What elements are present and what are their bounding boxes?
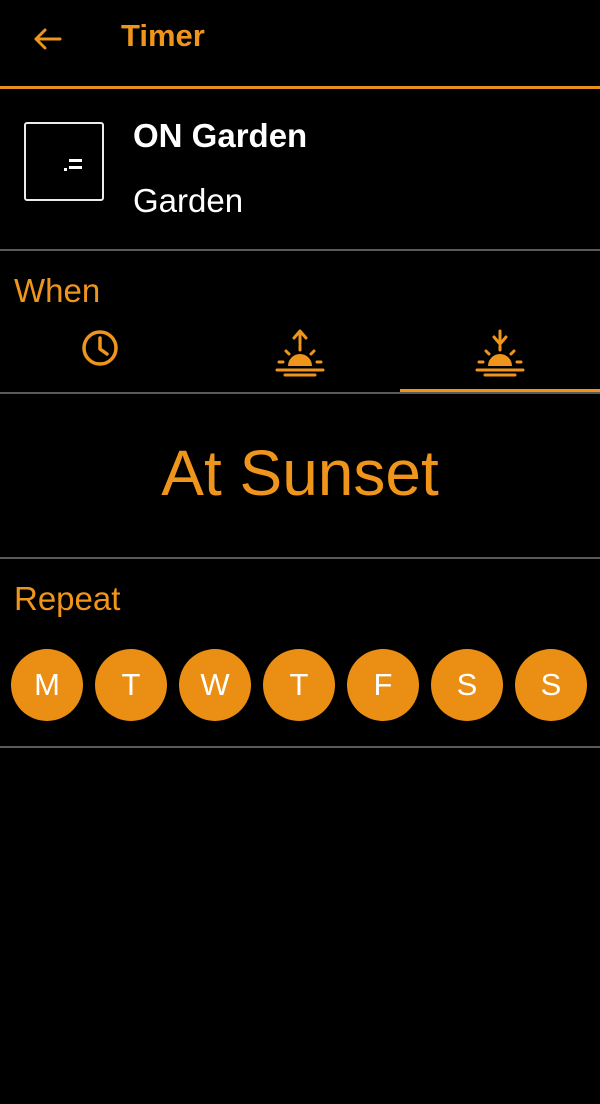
page-title: Timer xyxy=(121,18,205,53)
clock-icon xyxy=(82,330,118,366)
device-summary: ON Garden Garden xyxy=(0,89,600,251)
tab-sunset[interactable] xyxy=(400,318,600,392)
sunrise-icon xyxy=(275,329,325,377)
day-toggle-monday[interactable]: M xyxy=(11,649,83,721)
device-outlet-icon xyxy=(24,122,104,201)
sunset-icon xyxy=(475,329,525,377)
back-button[interactable] xyxy=(28,22,66,56)
tab-sunrise[interactable] xyxy=(200,318,400,390)
day-toggle-tuesday[interactable]: T xyxy=(95,649,167,721)
day-toggle-thursday[interactable]: T xyxy=(263,649,335,721)
when-value: At Sunset xyxy=(161,437,439,509)
arrow-left-icon xyxy=(34,28,62,50)
day-toggle-saturday[interactable]: S xyxy=(431,649,503,721)
when-label: When xyxy=(14,272,101,309)
divider xyxy=(0,746,600,748)
device-name: ON Garden xyxy=(133,117,308,154)
app-header: Timer xyxy=(0,0,600,89)
device-room: Garden xyxy=(133,182,244,219)
day-toggle-friday[interactable]: F xyxy=(347,649,419,721)
when-tabs xyxy=(0,318,600,394)
tab-selected-indicator xyxy=(400,389,600,392)
divider xyxy=(0,557,600,559)
tab-time[interactable] xyxy=(0,318,200,390)
day-toggle-sunday[interactable]: S xyxy=(515,649,587,721)
day-toggle-wednesday[interactable]: W xyxy=(179,649,251,721)
repeat-label: Repeat xyxy=(14,580,121,617)
repeat-days: M T W T F S S xyxy=(11,649,600,721)
